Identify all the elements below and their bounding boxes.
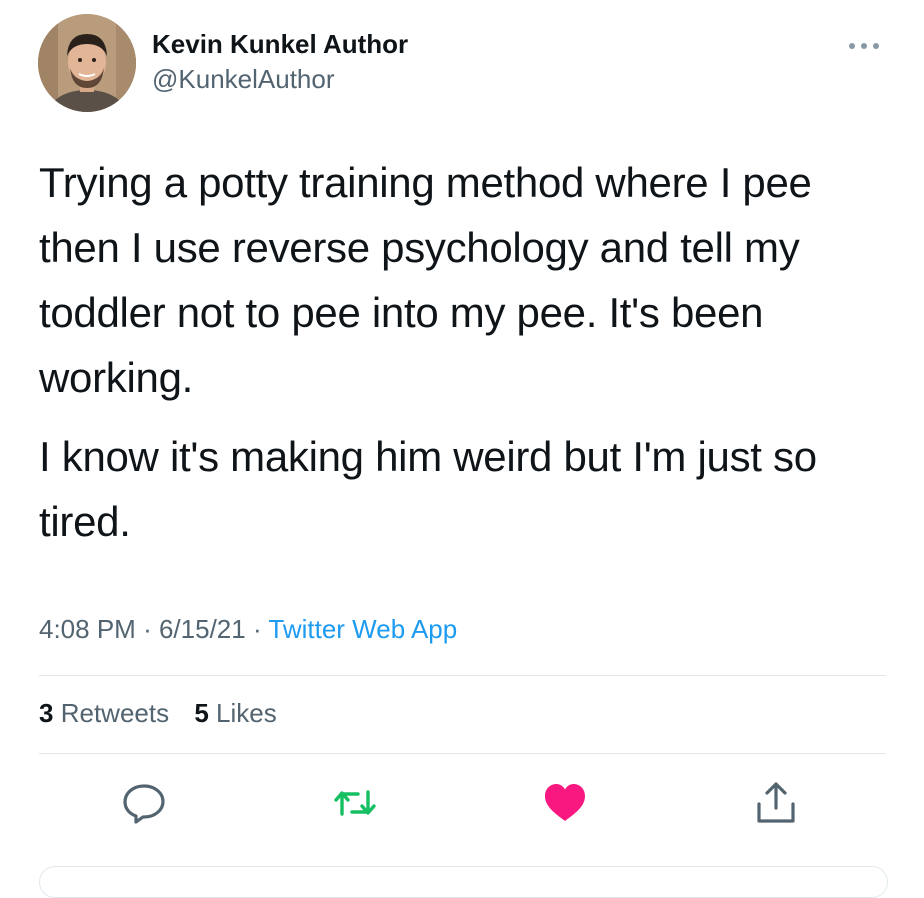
heart-icon (545, 784, 585, 821)
author-name[interactable]: Kevin Kunkel Author (152, 29, 408, 60)
reply-button[interactable] (121, 780, 167, 826)
retweets-stat[interactable]: 3 Retweets (39, 698, 169, 729)
tweet-source-link[interactable]: Twitter Web App (268, 614, 457, 644)
tweet-text: Trying a potty training method where I p… (39, 150, 899, 568)
reply-bubble-icon (123, 784, 165, 824)
retweet-icon (334, 790, 376, 816)
tweet-paragraph: Trying a potty training method where I p… (39, 159, 812, 401)
meta-separator: · (143, 614, 152, 644)
tweet-paragraph: I know it's making him weird but I'm jus… (39, 433, 817, 545)
divider (39, 753, 886, 754)
retweets-count: 3 (39, 698, 54, 728)
reply-composer-edge[interactable] (39, 866, 888, 898)
retweets-label: Retweets (60, 698, 170, 728)
tweet-meta: 4:08 PM · 6/15/21 · Twitter Web App (39, 614, 457, 645)
likes-label: Likes (216, 698, 277, 728)
share-button[interactable] (753, 780, 799, 826)
tweet-stats: 3 Retweets 5 Likes (39, 698, 277, 729)
likes-count: 5 (194, 698, 209, 728)
tweet-date[interactable]: 6/15/21 (159, 614, 246, 644)
author-handle[interactable]: @KunkelAuthor (152, 64, 335, 95)
likes-stat[interactable]: 5 Likes (194, 698, 276, 729)
share-icon (757, 782, 795, 823)
like-button[interactable] (542, 780, 588, 826)
tweet-time[interactable]: 4:08 PM (39, 614, 136, 644)
retweet-button[interactable] (332, 780, 378, 826)
tweet-detail: Kevin Kunkel Author @KunkelAuthor Trying… (0, 0, 924, 898)
divider (39, 675, 886, 676)
more-horizontal-icon[interactable] (846, 38, 882, 54)
avatar[interactable] (38, 14, 136, 112)
meta-separator: · (252, 614, 262, 644)
